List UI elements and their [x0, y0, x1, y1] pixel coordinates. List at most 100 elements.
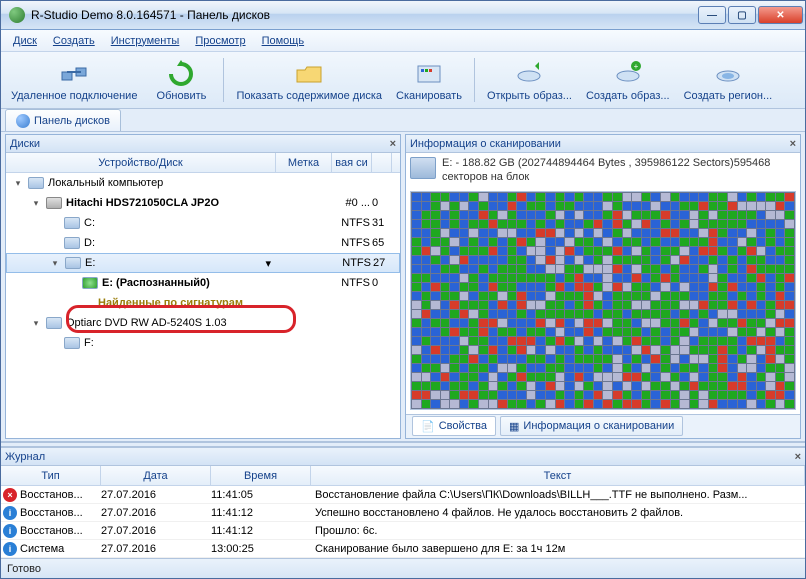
tab-disk-panel[interactable]: Панель дисков: [5, 109, 121, 131]
close-button[interactable]: ✕: [758, 6, 803, 24]
tb-scan[interactable]: Сканировать: [390, 56, 468, 104]
scan-block: [441, 274, 450, 282]
journal-row[interactable]: ×Восстанов...27.07.201611:41:05Восстанов…: [1, 486, 805, 504]
scan-block: [651, 310, 660, 318]
expand-toggle[interactable]: ▾: [30, 317, 42, 329]
scan-block: [556, 220, 565, 228]
scan-block: [690, 310, 699, 318]
scan-block-map[interactable]: [410, 191, 796, 410]
scan-block: [642, 373, 651, 381]
menu-disk[interactable]: Диск: [7, 33, 43, 49]
titlebar[interactable]: R-Studio Demo 8.0.164571 - Панель дисков…: [1, 1, 805, 30]
tb-create-image[interactable]: + Создать образ...: [580, 56, 676, 104]
tab-properties[interactable]: 📄Свойства: [412, 416, 496, 436]
scan-block: [489, 364, 498, 372]
scan-block: [738, 238, 747, 246]
scan-block: [479, 337, 488, 345]
scan-block: [728, 247, 737, 255]
tree-row[interactable]: ▾Hitachi HDS721050CLA JP2O#0 ...0: [6, 193, 400, 213]
scan-block: [479, 301, 488, 309]
scan-block: [469, 265, 478, 273]
vol-icon: [64, 237, 80, 249]
disk-tree[interactable]: Устройство/Диск Метка вая си ▾Локальный …: [6, 153, 400, 438]
scan-block: [479, 292, 488, 300]
scan-block: [565, 319, 574, 327]
scan-summary: E: - 188.82 GB (202744894464 Bytes , 395…: [406, 153, 800, 189]
scan-block: [517, 301, 526, 309]
expand-toggle: [48, 237, 60, 249]
scan-block: [747, 373, 756, 381]
tree-row[interactable]: E: (Распознанный0)NTFS0: [6, 273, 400, 293]
scan-block: [546, 202, 555, 210]
expand-toggle[interactable]: ▾: [12, 177, 24, 189]
scan-block: [728, 346, 737, 354]
scan-block: [766, 328, 775, 336]
tb-create-region[interactable]: Создать регион...: [678, 56, 779, 104]
tab-scan-info[interactable]: ▦Информация о сканировании: [500, 416, 683, 436]
scan-block: [623, 373, 632, 381]
tb-remote-connect[interactable]: Удаленное подключение: [5, 56, 143, 104]
journal-row[interactable]: iВосстанов...27.07.201611:41:12Успешно в…: [1, 504, 805, 522]
tb-refresh[interactable]: Обновить: [145, 56, 217, 104]
scan-block: [498, 274, 507, 282]
tree-row[interactable]: D:NTFS65: [6, 233, 400, 253]
scan-block: [690, 301, 699, 309]
minimize-button[interactable]: —: [698, 6, 726, 24]
expand-toggle[interactable]: ▾: [30, 197, 42, 209]
scan-block: [441, 373, 450, 381]
maximize-button[interactable]: ▢: [728, 6, 756, 24]
close-icon[interactable]: ×: [390, 138, 396, 150]
scan-block: [469, 310, 478, 318]
scan-block: [661, 310, 670, 318]
scan-block: [661, 355, 670, 363]
scan-block: [565, 220, 574, 228]
scan-block: [546, 355, 555, 363]
scan-block: [680, 202, 689, 210]
tree-row[interactable]: ▾Optiarc DVD RW AD-5240S 1.03: [6, 313, 400, 333]
scan-block: [546, 265, 555, 273]
expand-toggle[interactable]: ▾: [49, 257, 61, 269]
tb-open-image[interactable]: Открыть образ...: [481, 56, 578, 104]
scan-block: [412, 319, 421, 327]
tree-row[interactable]: C:NTFS31: [6, 213, 400, 233]
scan-block: [642, 193, 651, 201]
scan-block: [766, 310, 775, 318]
scan-block: [546, 301, 555, 309]
journal-row[interactable]: iВосстанов...27.07.201611:41:12Прошло: 6…: [1, 522, 805, 540]
scan-block: [651, 301, 660, 309]
dropdown-icon[interactable]: ▾: [265, 257, 277, 270]
tb-show-contents[interactable]: Показать содержимое диска: [230, 56, 388, 104]
scan-block: [546, 193, 555, 201]
scan-block: [613, 301, 622, 309]
scan-block: [757, 283, 766, 291]
scan-block: [479, 193, 488, 201]
tree-row[interactable]: F:: [6, 333, 400, 353]
menu-create[interactable]: Создать: [47, 33, 101, 49]
journal-row[interactable]: iСистема27.07.201613:00:25Сканирование б…: [1, 540, 805, 558]
scan-block: [642, 247, 651, 255]
scan-block: [508, 328, 517, 336]
scan-block: [738, 391, 747, 399]
scan-block: [718, 355, 727, 363]
scan-block: [661, 301, 670, 309]
scan-block: [460, 391, 469, 399]
menu-tools[interactable]: Инструменты: [105, 33, 186, 49]
close-icon[interactable]: ×: [795, 451, 801, 463]
scan-block: [527, 211, 536, 219]
scan-block: [785, 265, 794, 273]
scan-block: [671, 211, 680, 219]
menu-help[interactable]: Помощь: [256, 33, 311, 49]
tree-row[interactable]: Найденные по сигнатурам: [6, 293, 400, 313]
scan-block: [671, 373, 680, 381]
scan-block: [728, 292, 737, 300]
scan-block: [460, 247, 469, 255]
menu-view[interactable]: Просмотр: [189, 33, 251, 49]
scan-block: [441, 211, 450, 219]
tree-row[interactable]: ▾E:▾NTFS27: [6, 253, 400, 273]
scan-block: [776, 274, 785, 282]
scan-block: [508, 265, 517, 273]
scan-block: [661, 292, 670, 300]
scan-block: [546, 364, 555, 372]
close-icon[interactable]: ×: [790, 138, 796, 150]
tree-row[interactable]: ▾Локальный компьютер: [6, 173, 400, 193]
